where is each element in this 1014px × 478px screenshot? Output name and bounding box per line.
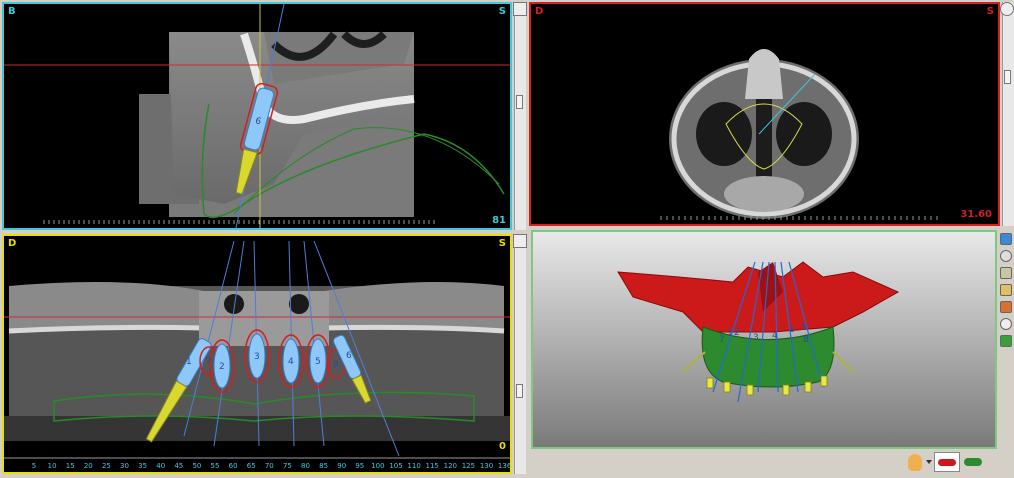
implant-label: 2 [734, 328, 740, 338]
ruler-label: 95 [355, 462, 364, 470]
paint-icon[interactable] [1000, 301, 1012, 313]
implant-label: 4 [772, 331, 778, 341]
ruler-label: 35 [138, 462, 147, 470]
view-label-right: S [498, 238, 506, 249]
ruler-label: 115 [426, 462, 439, 470]
ruler-label: 125 [462, 462, 475, 470]
slice-value: 31.60 [960, 209, 992, 220]
sagittal-ruler [43, 220, 435, 224]
green-model-icon[interactable] [962, 452, 984, 472]
green-model-shape [964, 458, 982, 466]
view-label-right: S [498, 6, 506, 17]
ruler-label: 136 [498, 462, 510, 470]
panoramic-scroll-thumb[interactable] [516, 384, 523, 398]
ruler-label: 10 [48, 462, 57, 470]
cube-icon[interactable] [1000, 233, 1012, 245]
view-label-left: D [8, 238, 17, 249]
ruler-label: 70 [265, 462, 274, 470]
ruler-label: 105 [389, 462, 402, 470]
ruler-label: 80 [301, 462, 310, 470]
implant-label: 8 [333, 360, 339, 370]
sagittal-scrollbar[interactable] [514, 2, 526, 230]
sagittal-view[interactable]: 6 B S 81 [2, 2, 512, 230]
implant-label: 6 [346, 351, 352, 361]
bottom-toolbar [900, 451, 1010, 475]
implant-label: 7 [719, 335, 725, 345]
implant-label: 7 [206, 357, 212, 367]
eye-icon[interactable] [1000, 250, 1012, 262]
ruler-label: 100 [371, 462, 384, 470]
implant-label: 8 [803, 335, 809, 345]
implant-label: 4 [288, 357, 294, 367]
red-maxilla-shape [938, 459, 956, 466]
ruler-label: 25 [102, 462, 111, 470]
axial-scroll-thumb[interactable] [1004, 70, 1011, 84]
slice-value: 81 [492, 215, 506, 226]
ruler-label: 15 [66, 462, 75, 470]
axial-ct-image [660, 49, 938, 220]
sagittal-ct-image: 6 [4, 4, 510, 228]
maximize-icon[interactable] [513, 234, 527, 248]
implant-label: 6 [789, 325, 795, 335]
ruler-label: 45 [174, 462, 183, 470]
view-label-right: S [986, 6, 994, 17]
ruler-label: 65 [247, 462, 256, 470]
view-label-left: D [535, 6, 544, 17]
ruler-label: 40 [156, 462, 165, 470]
sagittal-scroll-thumb[interactable] [516, 95, 523, 109]
ruler-label: 130 [480, 462, 493, 470]
ruler-label: 120 [444, 462, 457, 470]
implant-label: 1 [727, 328, 733, 338]
maximize-icon[interactable] [513, 2, 527, 16]
skull-icon[interactable] [908, 454, 922, 471]
ruler-label: 55 [211, 462, 220, 470]
axial-scrollbar[interactable] [1002, 2, 1014, 226]
red-maxilla-model-icon[interactable] [934, 452, 960, 472]
slice-value: 0 [499, 441, 506, 452]
view-label-left: B [8, 6, 16, 17]
ruler-label: 5 [32, 462, 36, 470]
implant-label: 3 [753, 333, 759, 343]
implant-label: 5 [801, 323, 807, 333]
panoramic-scrollbar[interactable] [514, 234, 526, 474]
zoom-icon[interactable] [1000, 267, 1012, 279]
ruler-label: 75 [283, 462, 292, 470]
ruler-label: 85 [319, 462, 328, 470]
implant-label: 2 [219, 362, 225, 372]
ruler-label: 50 [192, 462, 201, 470]
model-3d-image: 7 1 2 3 4 6 5 8 [617, 261, 900, 403]
ruler-label: 110 [407, 462, 420, 470]
3d-icon[interactable] [1000, 284, 1012, 296]
ruler-label: 20 [84, 462, 93, 470]
chevron-down-icon[interactable] [926, 460, 932, 464]
axial-ruler [660, 216, 938, 220]
rotate-icon[interactable] [1000, 318, 1012, 330]
box-icon[interactable] [1000, 335, 1012, 347]
panoramic-ct-image: 1 7 2 3 4 5 8 6 5 10 15 20 25 30 35 40 45 50 55 60 6… [4, 240, 510, 470]
model-3d-view[interactable]: 7 1 2 3 4 6 5 8 [531, 230, 997, 449]
implant-label: 1 [186, 357, 192, 367]
implant-label: 3 [254, 352, 260, 362]
axial-view[interactable]: D S 31.60 [529, 2, 1000, 226]
ruler-label: 60 [229, 462, 238, 470]
implant-label: 5 [315, 357, 321, 367]
settings-icon[interactable] [1000, 2, 1014, 16]
ruler-label: 90 [337, 462, 346, 470]
panoramic-view[interactable]: 1 7 2 3 4 5 8 6 5 10 15 20 25 30 35 40 45 50 55 60 6… [2, 234, 512, 474]
ruler-label: 30 [120, 462, 129, 470]
panoramic-ruler: 5 10 15 20 25 30 35 40 45 50 55 60 65 70 75 80 85 90 95 100… [32, 462, 510, 470]
model-toolbar [999, 232, 1013, 352]
